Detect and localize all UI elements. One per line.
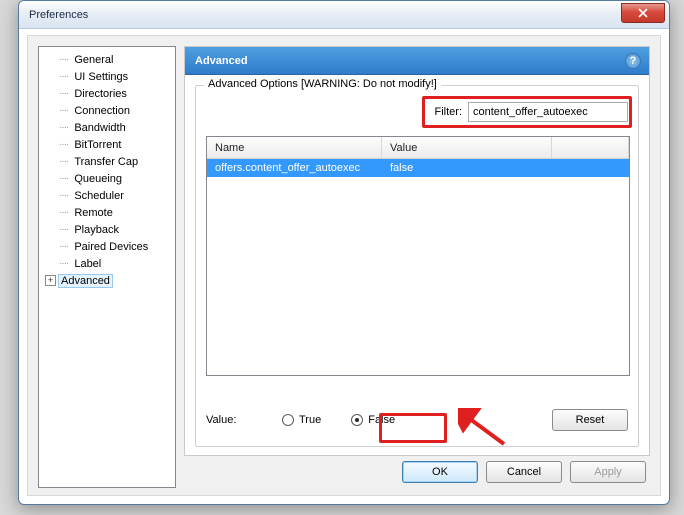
- tree-item-playback[interactable]: ····Playback: [41, 221, 173, 238]
- close-button[interactable]: [621, 3, 665, 23]
- fieldset-legend: Advanced Options [WARNING: Do not modify…: [204, 78, 441, 90]
- client-area: ····General ····UI Settings ····Director…: [27, 35, 661, 496]
- tree-item-advanced[interactable]: + Advanced: [41, 272, 173, 289]
- tree-item-bandwidth[interactable]: ····Bandwidth: [41, 119, 173, 136]
- tree-item-remote[interactable]: ····Remote: [41, 204, 173, 221]
- radio-true-label: True: [299, 414, 321, 426]
- value-label: Value:: [206, 414, 282, 426]
- dialog-buttons: OK Cancel Apply: [402, 461, 646, 483]
- grid-row-selected[interactable]: offers.content_offer_autoexec false: [207, 159, 629, 177]
- filter-input[interactable]: [468, 102, 628, 122]
- radio-icon: [351, 414, 363, 426]
- titlebar[interactable]: Preferences: [19, 1, 669, 29]
- ok-button[interactable]: OK: [402, 461, 478, 483]
- cancel-button[interactable]: Cancel: [486, 461, 562, 483]
- filter-label: Filter:: [435, 106, 463, 118]
- tree-item-general[interactable]: ····General: [41, 51, 173, 68]
- radio-icon: [282, 414, 294, 426]
- tree-item-label[interactable]: ····Label: [41, 255, 173, 272]
- preferences-window: Preferences ····General ····UI Settings …: [18, 0, 670, 505]
- tree-item-queueing[interactable]: ····Queueing: [41, 170, 173, 187]
- col-name[interactable]: Name: [207, 137, 382, 158]
- tree-item-connection[interactable]: ····Connection: [41, 102, 173, 119]
- tree-item-ui-settings[interactable]: ····UI Settings: [41, 68, 173, 85]
- panel-title: Advanced: [195, 55, 248, 67]
- col-value[interactable]: Value: [382, 137, 552, 158]
- close-icon: [638, 8, 648, 18]
- radio-false-label: False: [368, 414, 395, 426]
- advanced-fieldset: Advanced Options [WARNING: Do not modify…: [195, 85, 639, 447]
- reset-button[interactable]: Reset: [552, 409, 628, 431]
- tree-item-paired-devices[interactable]: ····Paired Devices: [41, 238, 173, 255]
- tree-item-transfer-cap[interactable]: ····Transfer Cap: [41, 153, 173, 170]
- help-icon[interactable]: ?: [625, 53, 641, 69]
- radio-true[interactable]: True: [282, 414, 321, 426]
- window-title: Preferences: [29, 9, 88, 21]
- value-editor-row: Value: True False Reset: [206, 408, 628, 432]
- category-tree[interactable]: ····General ····UI Settings ····Director…: [38, 46, 176, 488]
- panel-header: Advanced ?: [185, 47, 649, 75]
- radio-false[interactable]: False: [351, 414, 395, 426]
- filter-row: Filter:: [435, 102, 629, 122]
- tree-item-directories[interactable]: ····Directories: [41, 85, 173, 102]
- apply-button[interactable]: Apply: [570, 461, 646, 483]
- cell-value: false: [382, 162, 552, 174]
- expand-icon[interactable]: +: [45, 275, 56, 286]
- col-spacer: [552, 137, 629, 158]
- options-grid[interactable]: Name Value offers.content_offer_autoexec…: [206, 136, 630, 376]
- tree-item-bittorrent[interactable]: ····BitTorrent: [41, 136, 173, 153]
- tree-item-scheduler[interactable]: ····Scheduler: [41, 187, 173, 204]
- grid-header: Name Value: [207, 137, 629, 159]
- cell-name: offers.content_offer_autoexec: [207, 162, 382, 174]
- advanced-panel: Advanced ? Advanced Options [WARNING: Do…: [184, 46, 650, 456]
